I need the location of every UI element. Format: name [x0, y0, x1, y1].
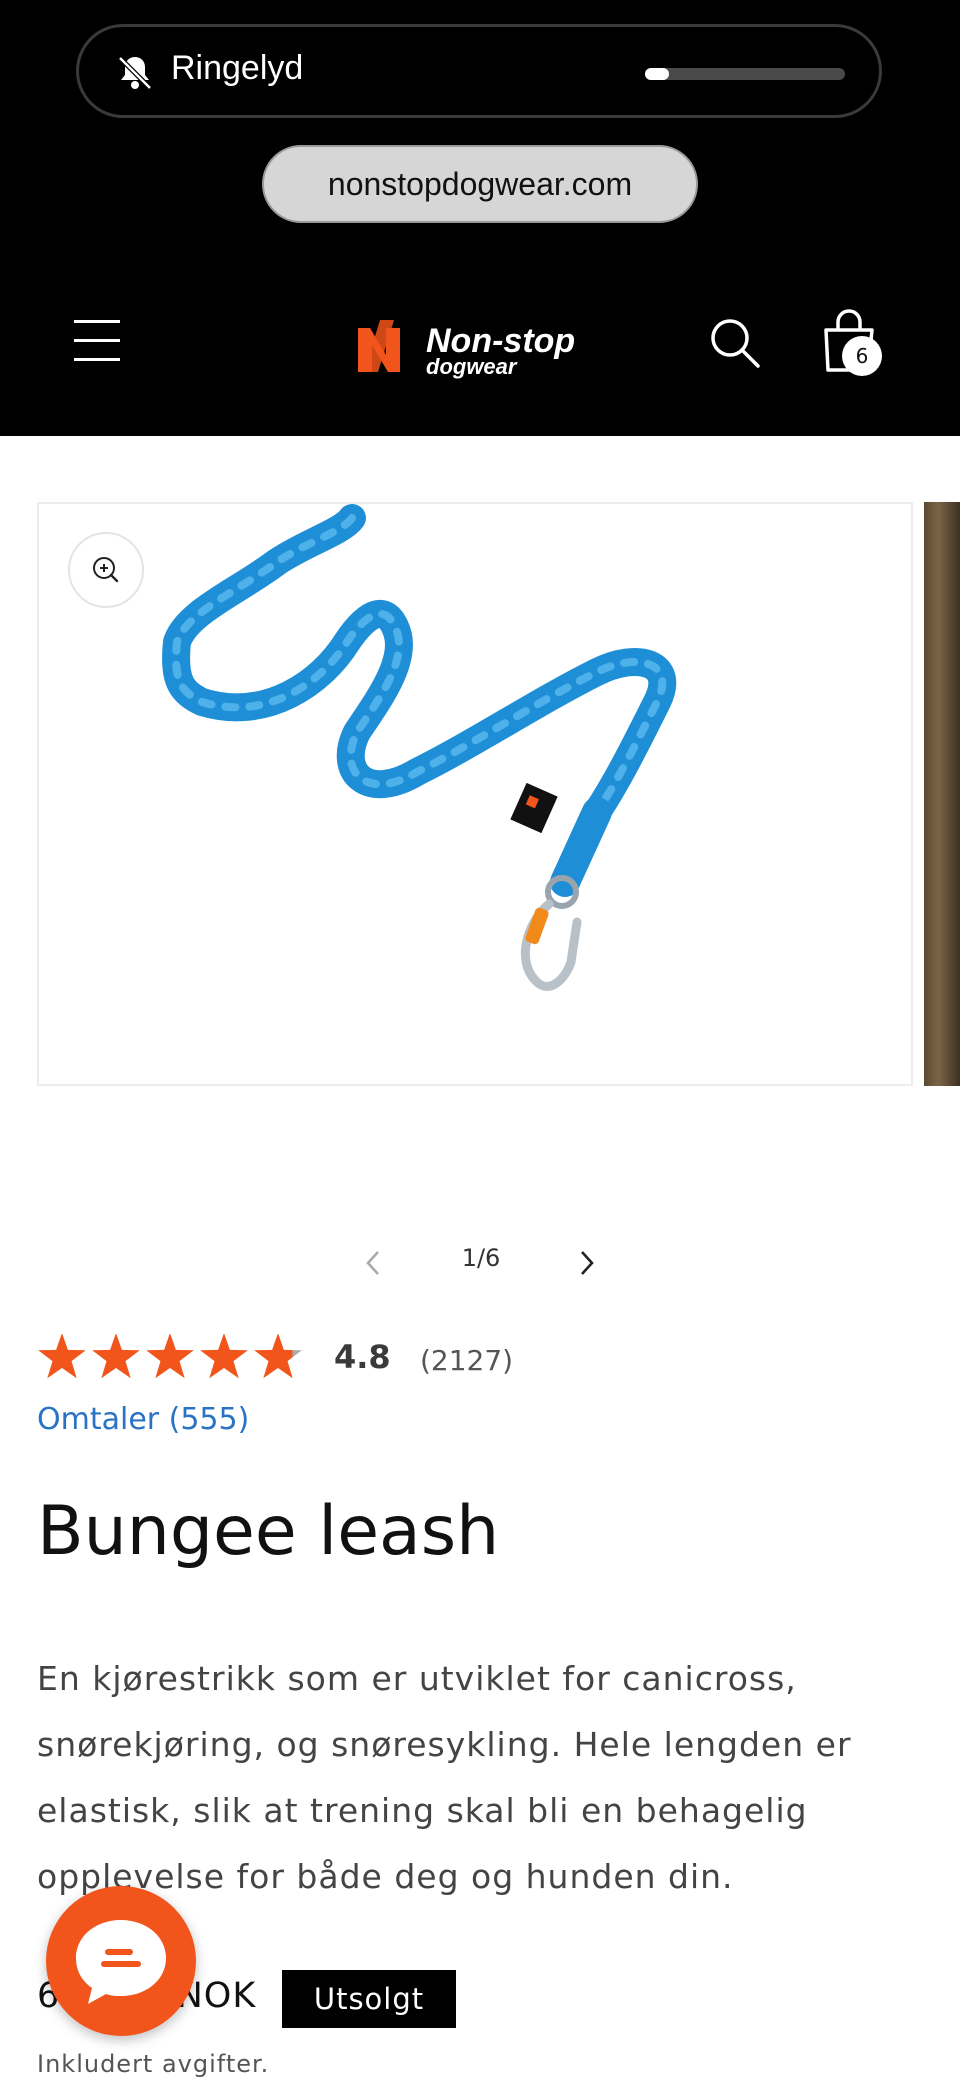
url-bar[interactable]: nonstopdogwear.com — [262, 145, 698, 223]
chevron-left-icon[interactable] — [360, 1240, 386, 1286]
hamburger-menu-icon[interactable] — [74, 320, 120, 362]
bell-slash-icon — [118, 56, 152, 90]
chat-bubble-icon — [76, 1920, 166, 2004]
product-title: Bungee leash — [37, 1492, 500, 1571]
product-description: En kjørestrikk som er utviklet for canic… — [37, 1659, 852, 1896]
product-image-leash — [162, 504, 677, 991]
star-icon — [254, 1334, 302, 1379]
reviews-link[interactable]: Omtaler (555) — [37, 1402, 249, 1437]
logo-text-sub: dogwear — [426, 354, 518, 379]
chevron-right-icon[interactable] — [574, 1240, 600, 1286]
zoom-button[interactable] — [68, 532, 144, 608]
volume-slider[interactable] — [645, 68, 845, 80]
tax-note: Inkludert avgifter. — [37, 2050, 270, 2078]
brand-logo[interactable]: Non-stop dogwear — [356, 310, 606, 380]
cart-count-badge: 6 — [842, 336, 882, 376]
star-icon — [38, 1334, 86, 1379]
rating-value: 4.8 — [334, 1338, 391, 1376]
non-stop-logo-icon: Non-stop dogwear — [358, 320, 575, 379]
search-icon[interactable] — [708, 316, 762, 370]
ringer-label: Ringelyd — [171, 49, 304, 87]
star-rating[interactable] — [37, 1334, 317, 1380]
sold-out-badge: Utsolgt — [282, 1970, 456, 2028]
ringer-overlay: Ringelyd — [76, 24, 882, 118]
gallery-slider-nav: 1/6 — [360, 1240, 600, 1286]
chat-button[interactable] — [46, 1886, 196, 2036]
slide-counter: 1/6 — [461, 1244, 501, 1272]
next-slide-preview[interactable] — [924, 502, 960, 1086]
star-icon — [92, 1334, 140, 1379]
volume-level-fill — [645, 68, 669, 80]
star-icon — [200, 1334, 248, 1379]
zoom-in-icon — [93, 557, 119, 583]
rating-count: (2127) — [420, 1344, 514, 1377]
star-icon — [146, 1334, 194, 1379]
